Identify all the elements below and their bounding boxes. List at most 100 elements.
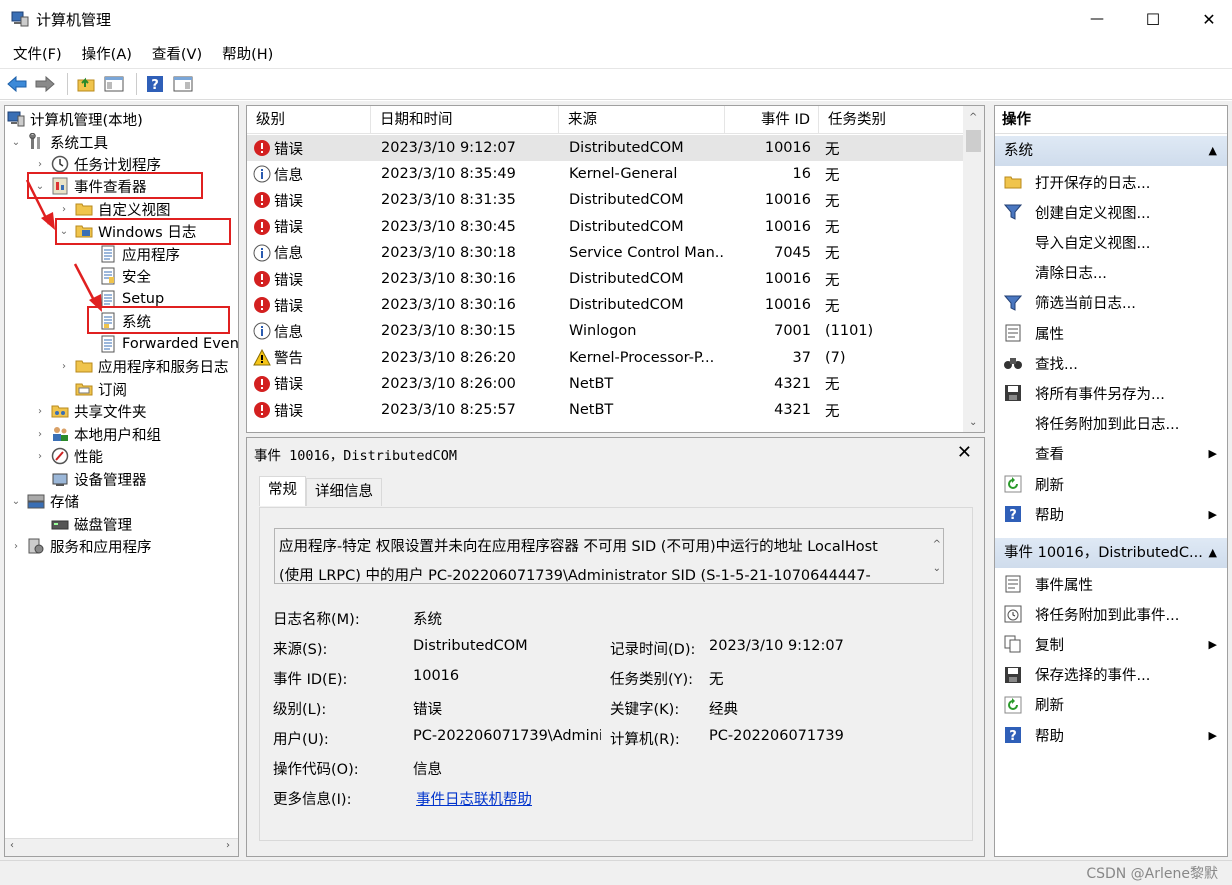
event-task-category: 无	[825, 193, 840, 210]
expand-arrow[interactable]: ›	[9, 541, 23, 552]
column-event-id[interactable]: 事件 ID	[725, 106, 819, 134]
collapse-icon[interactable]: ▲	[1209, 136, 1217, 166]
expand-arrow[interactable]: ›	[33, 406, 47, 417]
event-datetime: 2023/3/10 8:35:49	[381, 166, 516, 183]
close-detail-icon[interactable]: ✕	[957, 442, 972, 463]
event-id: 10016	[764, 192, 811, 209]
event-row[interactable]: 错误 2023/3/10 8:30:45 DistributedCOM 10016 无	[247, 214, 963, 240]
action-item[interactable]: 保存选择的事件...	[995, 660, 1227, 690]
event-id: 4321	[774, 402, 811, 418]
expand-arrow[interactable]: ›	[57, 361, 71, 372]
tree-item-shared-folders[interactable]: › 共享文件夹	[33, 400, 147, 422]
forward-icon[interactable]	[33, 72, 57, 96]
refresh-icon	[1003, 695, 1023, 715]
action-item[interactable]: 刷新	[995, 469, 1227, 499]
tree-item-app-service-logs[interactable]: › 应用程序和服务日志	[57, 355, 229, 377]
event-id: 37	[792, 349, 811, 366]
folder-icon	[75, 357, 93, 375]
event-row[interactable]: 错误 2023/3/10 8:26:00 NetBT 4321 无	[247, 371, 963, 397]
tree-item-performance[interactable]: › 性能	[33, 445, 103, 467]
expand-arrow[interactable]: ›	[33, 429, 47, 440]
event-row[interactable]: 错误 2023/3/10 8:25:57 NetBT 4321 无	[247, 397, 963, 423]
value-computer: PC-202206071739	[709, 728, 844, 744]
actions-section-system[interactable]: 系统 ▲	[995, 136, 1227, 166]
storage-icon	[27, 492, 45, 510]
tree-item-subscriptions[interactable]: 订阅	[75, 378, 127, 400]
collapse-icon[interactable]: ▲	[1209, 538, 1217, 568]
event-row[interactable]: 警告 2023/3/10 8:26:20 Kernel-Processor-P...…	[247, 345, 963, 371]
show-hide-tree-icon[interactable]	[102, 72, 126, 96]
description-scrollbar[interactable]: ^ ⌄	[933, 533, 941, 581]
menu-action[interactable]: 操作(A)	[72, 43, 142, 64]
action-item[interactable]: 属性	[995, 318, 1227, 348]
maximize-button[interactable]: ☐	[1130, 0, 1176, 38]
event-row[interactable]: 错误 2023/3/10 8:31:35 DistributedCOM 10016 无	[247, 187, 963, 213]
event-list-scrollbar[interactable]: ^ ⌄	[963, 106, 984, 432]
event-id: 7001	[774, 323, 811, 340]
event-source: DistributedCOM	[569, 192, 684, 209]
column-level[interactable]: 级别	[247, 106, 371, 134]
value-keywords: 经典	[709, 702, 738, 718]
action-item[interactable]: 将所有事件另存为...	[995, 378, 1227, 408]
action-item[interactable]: ? 帮助 ▶	[995, 720, 1227, 750]
action-item[interactable]: 复制 ▶	[995, 629, 1227, 659]
event-log-online-help-link[interactable]: 事件日志联机帮助	[416, 788, 532, 809]
tree-item-device-manager[interactable]: 设备管理器	[51, 468, 147, 490]
warning-icon	[253, 348, 274, 367]
column-task-category[interactable]: 任务类别	[819, 106, 963, 134]
menu-help[interactable]: 帮助(H)	[212, 43, 283, 64]
action-item[interactable]: 导入自定义视图...	[995, 227, 1227, 257]
menu-file[interactable]: 文件(F)	[0, 43, 72, 64]
minimize-button[interactable]: —	[1074, 0, 1120, 38]
action-item[interactable]: 事件属性	[995, 569, 1227, 599]
event-row[interactable]: 信息 2023/3/10 8:30:15 Winlogon 7001 (1101)	[247, 318, 963, 344]
label-source: 来源(S):	[273, 642, 328, 658]
performance-icon	[51, 447, 69, 465]
action-item[interactable]: ? 帮助 ▶	[995, 499, 1227, 529]
info-icon	[253, 165, 274, 183]
up-folder-icon[interactable]	[74, 72, 98, 96]
menu-view[interactable]: 查看(V)	[142, 43, 212, 64]
copy-icon	[1003, 634, 1023, 654]
action-item[interactable]: 筛选当前日志...	[995, 288, 1227, 318]
expand-arrow[interactable]: ⌄	[9, 496, 23, 507]
tab-general[interactable]: 常规	[259, 476, 306, 506]
action-item[interactable]: 查找...	[995, 348, 1227, 378]
action-item[interactable]: 刷新	[995, 690, 1227, 720]
event-task-category: 无	[825, 377, 840, 394]
navigation-tree: 计算机管理(本地) ⌄ 系统工具 › 任务计划程序 ⌄ 事件查看器 › 自定义视…	[4, 105, 239, 857]
column-source[interactable]: 来源	[559, 106, 725, 134]
actions-section-event[interactable]: 事件 10016，DistributedC... ▲	[995, 538, 1227, 568]
tree-item-services-apps[interactable]: › 服务和应用程序	[9, 535, 152, 557]
close-window-button[interactable]: ✕	[1186, 0, 1232, 38]
action-item[interactable]: 将任务附加到此日志...	[995, 409, 1227, 439]
action-pane-icon[interactable]	[171, 72, 195, 96]
event-row[interactable]: 错误 2023/3/10 9:12:07 DistributedCOM 10016 无	[247, 135, 963, 161]
binoculars-icon	[1003, 353, 1023, 373]
label-computer: 计算机(R):	[610, 732, 680, 748]
tree-horizontal-scrollbar[interactable]: ‹ ›	[5, 838, 238, 856]
event-row[interactable]: 错误 2023/3/10 8:30:16 DistributedCOM 10016 无	[247, 292, 963, 318]
tree-item-storage[interactable]: ⌄ 存储	[9, 490, 79, 512]
event-row[interactable]: 信息 2023/3/10 8:30:18 Service Control Man..…	[247, 240, 963, 266]
event-row[interactable]: 错误 2023/3/10 8:30:16 DistributedCOM 10016 无	[247, 266, 963, 292]
expand-arrow[interactable]: ›	[33, 451, 47, 462]
services-icon	[27, 537, 45, 555]
action-item[interactable]: 打开保存的日志...	[995, 167, 1227, 197]
event-row[interactable]: 信息 2023/3/10 8:35:49 Kernel-General 16 无	[247, 161, 963, 187]
label-logged-time: 记录时间(D):	[610, 642, 696, 658]
subscription-icon	[75, 380, 93, 398]
tree-item-local-users[interactable]: › 本地用户和组	[33, 423, 161, 445]
column-datetime[interactable]: 日期和时间	[371, 106, 559, 134]
action-item[interactable]: 创建自定义视图...	[995, 197, 1227, 227]
event-description[interactable]: 应用程序-特定 权限设置并未向在应用程序容器 不可用 SID (不可用)中运行的…	[274, 528, 944, 584]
tab-details[interactable]: 详细信息	[306, 478, 382, 506]
help-icon[interactable]: ?	[143, 72, 167, 96]
back-icon[interactable]	[5, 72, 29, 96]
action-item[interactable]: 清除日志...	[995, 258, 1227, 288]
blank-icon	[1003, 444, 1023, 464]
tree-item-disk-management[interactable]: 磁盘管理	[51, 513, 132, 535]
event-datetime: 2023/3/10 8:30:45	[381, 218, 516, 235]
action-item[interactable]: 查看 ▶	[995, 439, 1227, 469]
action-item[interactable]: 将任务附加到此事件...	[995, 599, 1227, 629]
